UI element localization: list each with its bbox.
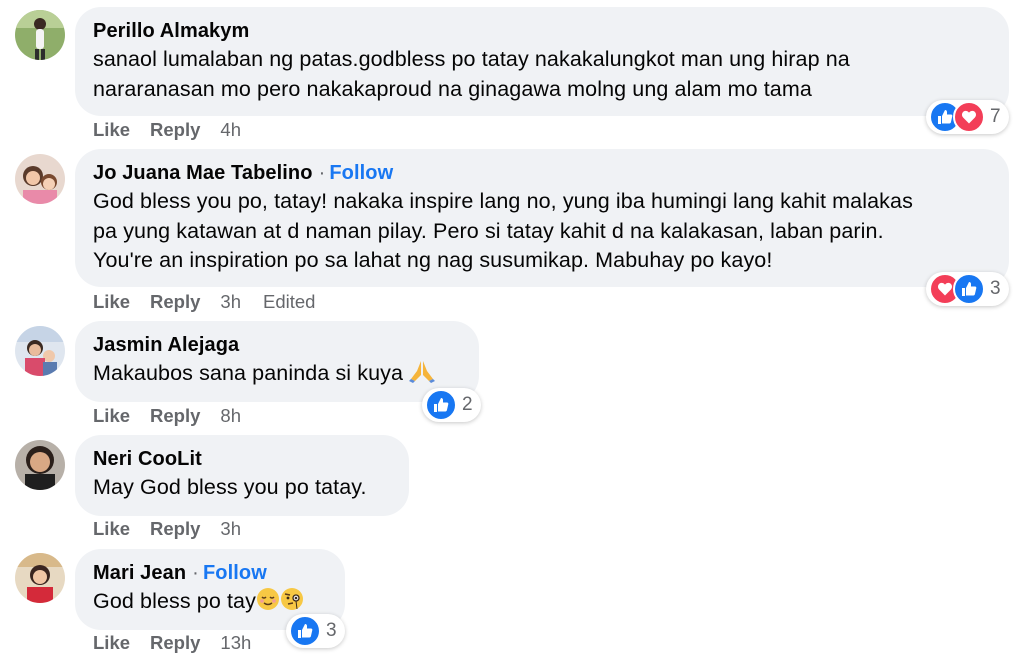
comment-bubble: Jo Juana Mae Tabelino · Follow God bless y… (75, 149, 1009, 287)
comment-author[interactable]: Neri CooLit (93, 448, 202, 470)
comment-bubble: Jasmin Alejaga Makaubos sana paninda si … (75, 321, 479, 402)
reaction-summary[interactable]: 7 (926, 100, 1009, 134)
reaction-count: 2 (462, 394, 473, 415)
relieved-face-emoji (256, 587, 280, 620)
timestamp[interactable]: 3h (220, 518, 241, 539)
comment-text: God bless po tay (93, 589, 256, 613)
edited-label: Edited (263, 291, 316, 312)
comment-bubble: Perillo Almakym sanaol lumalaban ng pata… (75, 7, 1009, 116)
reply-button[interactable]: Reply (150, 518, 200, 539)
love-icon (953, 101, 985, 133)
like-button[interactable]: Like (93, 518, 130, 539)
comment-author[interactable]: Jo Juana Mae Tabelino (93, 162, 313, 184)
separator-dot: · (318, 162, 326, 184)
reaction-summary[interactable]: 3 (926, 272, 1009, 306)
like-button[interactable]: Like (93, 632, 130, 653)
like-icon (953, 273, 985, 305)
like-icon (289, 615, 321, 647)
reply-button[interactable]: Reply (150, 291, 200, 312)
comment-author[interactable]: Perillo Almakym (93, 20, 249, 42)
comment-text: God bless you po, tatay! nakaka inspire … (93, 189, 913, 272)
reaction-count: 3 (326, 620, 337, 641)
reply-button[interactable]: Reply (150, 119, 200, 140)
comment-text: Makaubos sana paninda si kuya (93, 361, 404, 385)
like-icon (425, 389, 457, 421)
follow-button[interactable]: Follow (203, 562, 267, 584)
follow-button[interactable]: Follow (329, 162, 393, 184)
reply-button[interactable]: Reply (150, 632, 200, 653)
folded-hands-emoji (409, 359, 436, 392)
like-button[interactable]: Like (93, 291, 130, 312)
reaction-count: 7 (990, 106, 1001, 127)
reaction-summary[interactable]: 2 (422, 388, 481, 422)
separator-dot: · (192, 562, 199, 584)
comment-author[interactable]: Mari Jean (93, 562, 186, 584)
comment-text: sanaol lumalaban ng patas.godbless po ta… (93, 47, 850, 101)
timestamp[interactable]: 8h (220, 405, 241, 426)
reaction-count: 3 (990, 278, 1001, 299)
avatar[interactable] (15, 10, 65, 60)
comment-author[interactable]: Jasmin Alejaga (93, 334, 239, 356)
like-button[interactable]: Like (93, 119, 130, 140)
comment-bubble: Neri CooLit May God bless you po tatay. (75, 435, 409, 516)
reply-button[interactable]: Reply (150, 405, 200, 426)
like-button[interactable]: Like (93, 405, 130, 426)
avatar[interactable] (15, 326, 65, 376)
avatar[interactable] (15, 154, 65, 204)
timestamp[interactable]: 13h (220, 632, 251, 653)
timestamp[interactable]: 3h (220, 291, 241, 312)
comment-text: May God bless you po tatay. (93, 475, 367, 499)
avatar[interactable] (15, 553, 65, 603)
avatar[interactable] (15, 440, 65, 490)
reaction-summary[interactable]: 3 (286, 614, 345, 648)
timestamp[interactable]: 4h (220, 119, 241, 140)
